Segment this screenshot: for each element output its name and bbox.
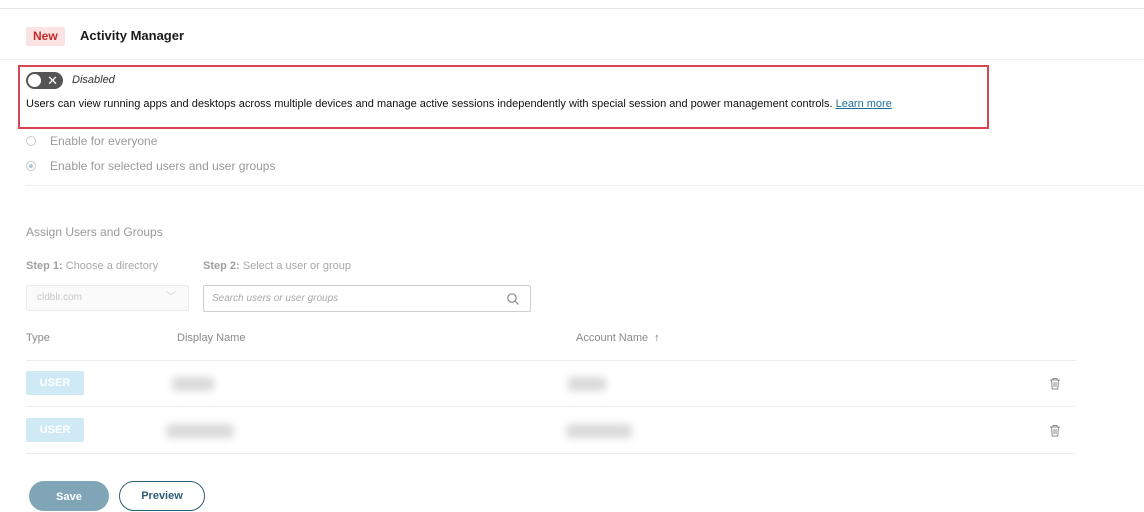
activity-manager-toggle[interactable]: ✕	[26, 72, 63, 89]
description-text: Users can view running apps and desktops…	[26, 98, 833, 110]
redacted-account-name	[568, 377, 606, 391]
column-header-type[interactable]: Type	[26, 332, 50, 344]
header-divider	[0, 59, 1144, 60]
option-label: Enable for everyone	[50, 134, 158, 148]
option-label: Enable for selected users and user group…	[50, 159, 276, 173]
trash-icon[interactable]	[1049, 377, 1061, 390]
step1-label: Step 1: Choose a directory	[26, 260, 158, 272]
row-divider	[26, 453, 1076, 454]
options-divider	[26, 185, 1144, 186]
top-divider	[0, 8, 1144, 9]
option-enable-selected[interactable]: Enable for selected users and user group…	[26, 159, 275, 173]
search-icon[interactable]	[506, 292, 520, 306]
highlight-box	[18, 65, 989, 129]
search-input[interactable]	[204, 286, 510, 311]
feature-description: Users can view running apps and desktops…	[26, 98, 892, 110]
toggle-state-label: Disabled	[72, 74, 115, 86]
chevron-down-icon: ﹀	[166, 292, 176, 303]
redacted-account-name	[566, 424, 632, 438]
radio-enable-selected[interactable]	[26, 161, 36, 171]
step1-prefix: Step 1:	[26, 260, 63, 272]
option-enable-everyone[interactable]: Enable for everyone	[26, 134, 157, 148]
redacted-display-name	[172, 377, 214, 391]
column-header-account-name[interactable]: Account Name ↑	[576, 332, 660, 344]
step2-label: Step 2: Select a user or group	[203, 260, 351, 272]
page-title: Activity Manager	[80, 28, 185, 43]
column-header-display-name[interactable]: Display Name	[177, 332, 245, 344]
account-name-label: Account Name	[576, 332, 649, 344]
save-button[interactable]: Save	[29, 481, 109, 511]
assign-section-title: Assign Users and Groups	[26, 225, 163, 239]
radio-enable-everyone[interactable]	[26, 136, 36, 146]
preview-button[interactable]: Preview	[119, 481, 205, 511]
user-type-badge: USER	[26, 418, 84, 442]
redacted-display-name	[166, 424, 234, 438]
toggle-knob	[28, 74, 41, 87]
row-divider	[26, 406, 1076, 407]
user-type-badge: USER	[26, 371, 84, 395]
learn-more-link[interactable]: Learn more	[836, 98, 892, 110]
step1-text: Choose a directory	[65, 260, 159, 272]
directory-select[interactable]: cldblr.com ﹀	[26, 285, 189, 311]
close-icon: ✕	[47, 73, 58, 88]
directory-value: cldblr.com	[37, 292, 83, 303]
table-header-divider	[26, 360, 1076, 361]
sort-up-icon[interactable]: ↑	[654, 332, 660, 344]
step2-prefix: Step 2:	[203, 260, 240, 272]
new-badge: New	[26, 27, 65, 46]
search-box[interactable]	[203, 285, 531, 312]
trash-icon[interactable]	[1049, 424, 1061, 437]
step2-text: Select a user or group	[242, 260, 351, 272]
